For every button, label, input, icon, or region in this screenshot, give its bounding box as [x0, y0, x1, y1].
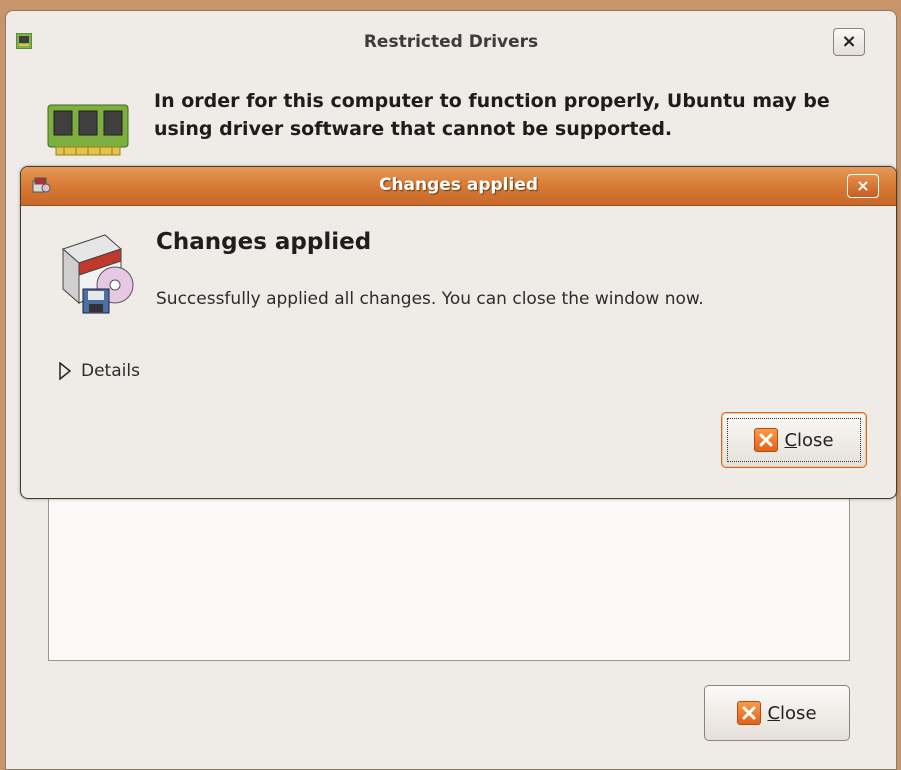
- drivers-warning-message: In order for this computer to function p…: [154, 90, 830, 140]
- disclosure-triangle-icon: [59, 362, 71, 380]
- dialog-titlebar[interactable]: Changes applied ×: [21, 167, 896, 206]
- close-button[interactable]: Close: [704, 685, 850, 741]
- dialog-close-action-button[interactable]: Close: [721, 412, 867, 468]
- driver-board-icon: [47, 104, 129, 156]
- close-x-icon: [737, 701, 762, 725]
- close-button-label: Close: [784, 429, 834, 451]
- dialog-title: Changes applied: [378, 175, 539, 195]
- close-button-label: Close: [767, 702, 817, 724]
- dialog-heading: Changes applied: [156, 229, 372, 255]
- package-install-icon: [62, 234, 134, 314]
- drivers-list[interactable]: [48, 491, 850, 661]
- window-close-button[interactable]: ×: [833, 28, 865, 56]
- details-label: Details: [81, 361, 140, 381]
- details-expander[interactable]: Details: [59, 361, 140, 381]
- dialog-close-button[interactable]: ×: [847, 174, 879, 198]
- dialog-message: Successfully applied all changes. You ca…: [156, 289, 704, 309]
- close-x-icon: [754, 428, 779, 452]
- changes-applied-dialog: Changes applied × Changes applied Succes…: [20, 166, 897, 499]
- window-title: Restricted Drivers: [363, 32, 539, 52]
- window-titlebar[interactable]: Restricted Drivers ×: [6, 11, 896, 71]
